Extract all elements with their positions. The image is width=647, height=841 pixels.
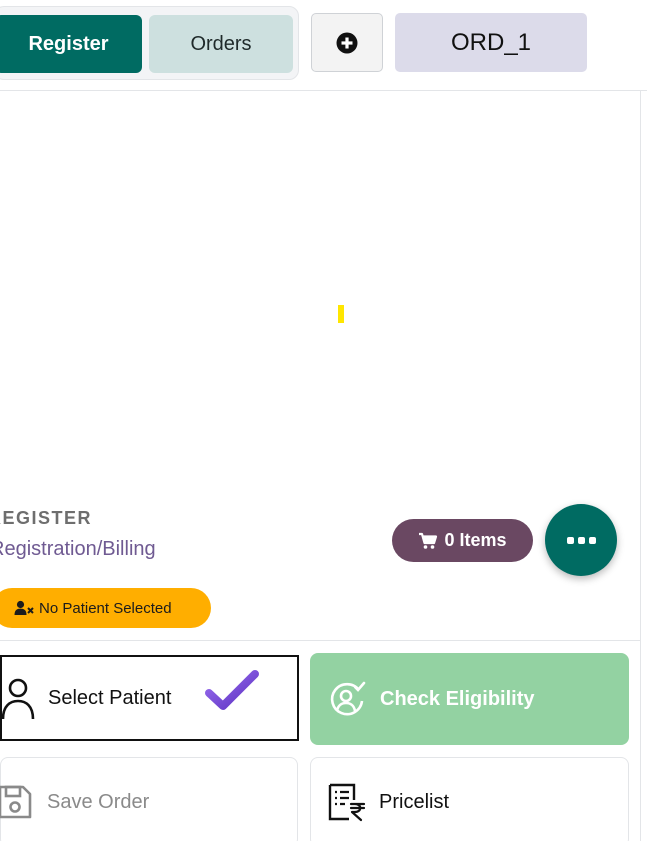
more-options-button[interactable] [545,504,617,576]
user-x-icon [14,600,34,615]
more-dot [588,536,596,544]
page-subtitle: Registration/Billing [0,538,156,560]
order-tab-chip[interactable]: ORD_1 [395,13,587,72]
save-icon [0,785,32,819]
user-check-circle-icon [330,681,366,716]
tab-orders[interactable]: Orders [149,15,293,73]
pricelist-rupee-icon [328,783,366,822]
select-patient-label: Select Patient [48,686,172,709]
more-dot [577,536,585,544]
plus-circle-icon [336,32,358,53]
header-divider [0,90,647,91]
more-dots-icon [566,536,574,544]
check-eligibility-label: Check Eligibility [380,687,535,710]
pricelist-label: Pricelist [379,790,450,813]
patient-status-badge: No Patient Selected [0,588,211,628]
check-eligibility-button[interactable]: Check Eligibility [310,653,629,745]
pricelist-button[interactable]: Pricelist [310,757,629,841]
actions-divider [0,640,641,641]
page-title: REGISTER [0,508,93,528]
cart-items-label: 0 Items [444,530,507,550]
save-order-button[interactable]: Save Order [0,757,298,841]
checkmark-icon [205,670,259,710]
cart-items-button[interactable]: 0 Items [392,519,533,562]
tab-register[interactable]: Register [0,15,142,73]
save-order-label: Save Order [47,790,150,813]
panel-border [640,90,641,841]
module-tabs: Register Orders [0,6,299,80]
patient-status-label: No Patient Selected [39,599,172,617]
loading-indicator [338,305,344,323]
cart-icon [419,532,438,549]
add-order-button[interactable] [311,13,383,72]
user-icon [2,678,35,720]
